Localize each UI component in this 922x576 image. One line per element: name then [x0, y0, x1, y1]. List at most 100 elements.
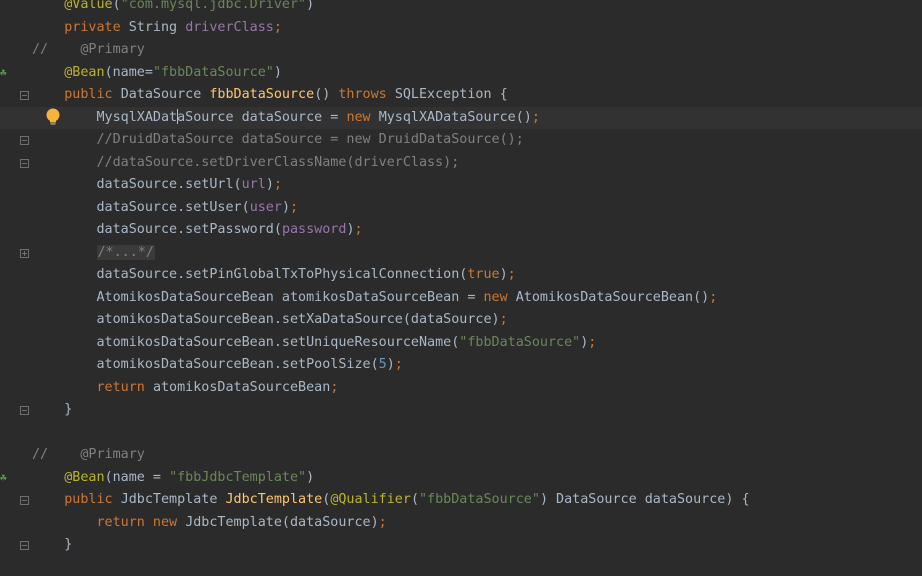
code-line-text: atomikosDataSourceBean.setPoolSize(5); — [32, 354, 403, 377]
code-token: ; — [378, 514, 387, 530]
code-token: ; — [588, 334, 597, 350]
code-token: ; — [709, 289, 718, 305]
code-token: @Bean — [64, 469, 105, 485]
code-token: new — [346, 109, 379, 125]
code-line[interactable]: MysqlXADataSource dataSource = new Mysql… — [0, 106, 922, 129]
code-token: public — [64, 492, 121, 507]
code-token: ) — [306, 469, 315, 485]
code-line[interactable]: } — [0, 399, 922, 422]
code-token: dataSource.setUser( — [96, 199, 250, 215]
code-token: SQLException { — [394, 87, 508, 102]
code-line-text: dataSource.setPinGlobalTxToPhysicalConne… — [32, 264, 516, 287]
code-line[interactable]: dataSource.setPinGlobalTxToPhysicalConne… — [0, 264, 922, 287]
bean-icon[interactable]: ☘ — [0, 471, 7, 484]
fold-open-icon[interactable] — [20, 91, 29, 100]
code-token: @Bean — [64, 64, 105, 80]
code-line[interactable]: return atomikosDataSourceBean; — [0, 377, 922, 400]
code-token: atomikosDataSourceBean.setPoolSize( — [96, 357, 379, 372]
code-line[interactable]: // @Primary — [0, 444, 922, 467]
code-token: @Qualifier — [330, 492, 411, 507]
code-line[interactable]: dataSource.setUser(user); — [0, 197, 922, 220]
code-token: ; — [290, 199, 299, 215]
code-line[interactable]: } — [0, 534, 922, 557]
code-token: JdbcTemplate — [120, 492, 226, 507]
code-token: ) — [281, 199, 290, 215]
code-token: true — [467, 267, 500, 282]
code-line[interactable]: @Bean(name="fbbDataSource") — [0, 62, 922, 85]
code-token: // @Primary — [32, 42, 145, 57]
code-token: ; — [273, 177, 282, 192]
code-line-text: } — [32, 399, 72, 422]
fold-end-icon[interactable] — [20, 541, 29, 550]
code-line-text: private String driverClass; — [32, 17, 282, 40]
code-token: fbbDataSource — [209, 87, 315, 102]
code-line[interactable]: dataSource.setUrl(url); — [0, 174, 922, 197]
code-line-text: @Value("com.mysql.jdbc.Driver") — [32, 0, 314, 17]
code-token: name — [112, 64, 145, 80]
code-line[interactable]: /*...*/ — [0, 242, 922, 265]
code-token: @Value — [64, 0, 113, 12]
code-token: dataSource.setUrl( — [96, 177, 242, 192]
fold-open-icon[interactable] — [20, 136, 29, 145]
code-token: MysqlXADat — [96, 109, 178, 125]
code-token: ; — [394, 357, 403, 372]
code-line[interactable]: dataSource.setPassword(password); — [0, 219, 922, 242]
code-line[interactable] — [0, 422, 922, 445]
code-line[interactable]: atomikosDataSourceBean.setXaDataSource(d… — [0, 309, 922, 332]
code-token: new — [483, 289, 516, 305]
code-editor[interactable]: @Value("com.mysql.jdbc.Driver") private … — [0, 0, 922, 576]
code-token: ; — [507, 267, 516, 282]
collapsed-comment-block[interactable]: /*...*/ — [96, 244, 155, 260]
code-token: ) — [499, 267, 508, 282]
code-line-text: //DruidDataSource dataSource = new Druid… — [32, 129, 524, 152]
code-token: dataSource.setPinGlobalTxToPhysicalConne… — [96, 267, 468, 282]
code-line[interactable]: AtomikosDataSourceBean atomikosDataSourc… — [0, 287, 922, 310]
fold-end-icon[interactable] — [20, 158, 29, 168]
code-line[interactable]: atomikosDataSourceBean.setUniqueResource… — [0, 332, 922, 355]
code-line-text: AtomikosDataSourceBean atomikosDataSourc… — [32, 287, 718, 310]
fold-expand-icon[interactable] — [20, 248, 29, 258]
code-token: ; — [531, 109, 540, 125]
code-line-text: public DataSource fbbDataSource() throws… — [32, 84, 508, 107]
code-token: = — [144, 64, 153, 80]
code-token: driverClass — [185, 19, 274, 35]
code-line-text: // @Primary — [32, 444, 145, 467]
code-token: ; — [273, 19, 282, 35]
code-line-text: dataSource.setPassword(password); — [32, 219, 363, 242]
light-bulb-icon[interactable] — [45, 108, 61, 126]
fold-open-icon[interactable] — [20, 496, 29, 505]
code-line[interactable]: atomikosDataSourceBean.setPoolSize(5); — [0, 354, 922, 377]
code-token: DataSource — [120, 87, 210, 102]
code-line[interactable]: @Bean(name = "fbbJdbcTemplate") — [0, 467, 922, 490]
code-line[interactable]: return new JdbcTemplate(dataSource); — [0, 512, 922, 535]
code-line[interactable]: public JdbcTemplate JdbcTemplate (@Qualif… — [0, 489, 922, 512]
code-line-text: //dataSource.setDriverClassName(driverCl… — [32, 152, 460, 175]
code-line[interactable]: @Value("com.mysql.jdbc.Driver") — [0, 0, 922, 17]
code-line[interactable]: public DataSource fbbDataSource() throws… — [0, 84, 922, 107]
code-line[interactable]: //DruidDataSource dataSource = new Druid… — [0, 129, 922, 152]
code-line[interactable]: // @Primary — [0, 39, 922, 62]
code-token: ; — [354, 222, 363, 237]
code-token: AtomikosDataSourceBean() — [515, 289, 710, 305]
fold-end-icon[interactable] — [20, 406, 29, 415]
code-token: ) — [346, 222, 355, 237]
code-token: return new — [96, 514, 186, 530]
code-line[interactable]: private String driverClass; — [0, 17, 922, 40]
code-line[interactable]: //dataSource.setDriverClassName(driverCl… — [0, 152, 922, 175]
code-line-text: atomikosDataSourceBean.setXaDataSource(d… — [32, 309, 508, 332]
code-token: ; — [330, 379, 339, 395]
code-line-text: atomikosDataSourceBean.setUniqueResource… — [32, 332, 597, 355]
bean-icon[interactable]: ☘ — [0, 66, 7, 79]
code-token: // @Primary — [32, 447, 145, 462]
